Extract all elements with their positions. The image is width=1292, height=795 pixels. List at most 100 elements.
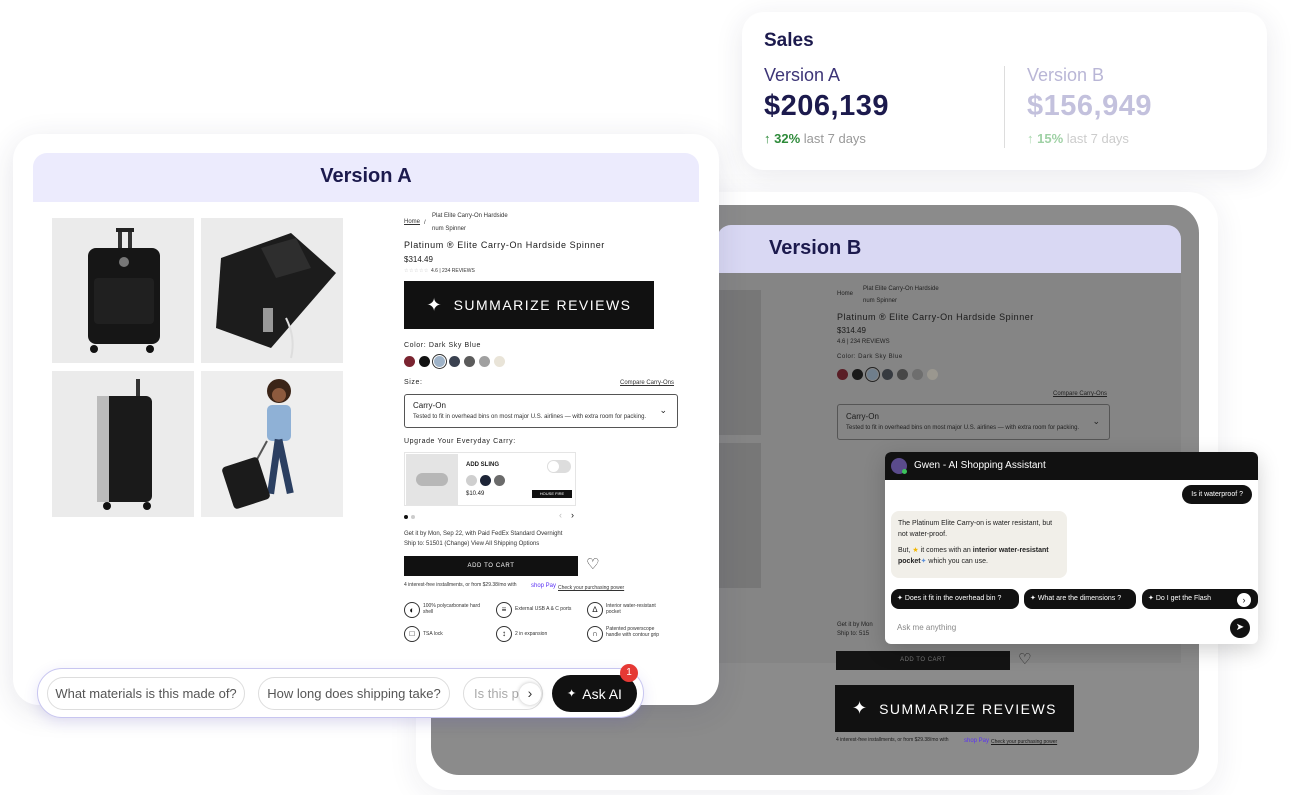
swatch[interactable] <box>419 356 430 367</box>
lock-icon: □ <box>404 626 420 642</box>
product-image-side[interactable] <box>52 371 194 517</box>
compare-carry-ons-link[interactable]: Compare Carry-Ons <box>620 380 674 386</box>
rating-stars: ☆☆☆☆☆ <box>404 268 429 274</box>
swatch[interactable] <box>464 356 475 367</box>
bot-message-line2: But, ★ it comes with an interior water-r… <box>898 545 1060 567</box>
version-b-title: Version B <box>769 237 862 259</box>
arrow-up-icon: ↑ <box>1027 131 1034 146</box>
size-option: Carry-On <box>413 401 446 410</box>
version-b-header: Version B <box>717 225 1181 273</box>
swatch[interactable] <box>449 356 460 367</box>
sling-bag-image <box>406 454 458 505</box>
size-select[interactable]: Carry-On Tested to fit in overhead bins … <box>404 394 678 428</box>
bot-message: The Platinum Elite Carry-on is water res… <box>891 511 1067 578</box>
swatch[interactable] <box>494 475 505 486</box>
send-icon[interactable]: ➤ <box>1230 618 1250 638</box>
feature-text: External USB A & C ports <box>515 606 572 612</box>
bot-text: it comes with an <box>918 547 973 554</box>
swatch[interactable] <box>466 475 477 486</box>
swatch[interactable] <box>479 356 490 367</box>
addon-toggle[interactable] <box>547 460 571 473</box>
question-chip[interactable]: How long does shipping take? <box>258 677 450 710</box>
swatch-selected[interactable] <box>432 354 447 369</box>
suggestion-label: What are the dimensions ? <box>1037 595 1122 602</box>
usb-icon: ≡ <box>496 602 512 618</box>
carousel-dot[interactable] <box>411 515 415 519</box>
chat-input[interactable]: Ask me anything <box>897 623 956 632</box>
purchasing-power-link[interactable]: Check your purchasing power <box>991 739 1057 745</box>
version-b-label: Version B <box>1027 65 1105 85</box>
notification-badge: 1 <box>620 664 638 682</box>
rating[interactable]: 4.6 | 234 REVIEWS <box>837 339 890 345</box>
sales-title: Sales <box>764 30 814 51</box>
chat-title: Gwen - AI Shopping Assistant <box>914 460 1046 471</box>
version-a-change: ↑ 32% last 7 days <box>764 131 866 146</box>
summarize-reviews-button-b[interactable]: ✦ SUMMARIZE REVIEWS <box>835 685 1074 732</box>
water-drop-icon: ∆ <box>587 602 603 618</box>
rating-text[interactable]: 4.6 | 234 REVIEWS <box>431 268 475 274</box>
chevron-right-icon[interactable]: › <box>1237 593 1251 607</box>
swatch[interactable] <box>882 369 893 380</box>
version-b-sales-value: $156,949 <box>1027 90 1152 122</box>
swatch[interactable] <box>897 369 908 380</box>
version-b-period: last 7 days <box>1066 131 1129 146</box>
breadcrumb-item: Plat Elite Carry-On Hardside <box>432 213 508 219</box>
swatch[interactable] <box>480 475 491 486</box>
sales-card: Sales Version A $206,139 ↑ 32% last 7 da… <box>742 12 1267 170</box>
size-select[interactable]: Carry-On Tested to fit in overhead bins … <box>837 404 1110 440</box>
woman-with-suitcase-image <box>222 379 294 509</box>
product-image-front[interactable] <box>52 218 194 363</box>
swatch-selected[interactable] <box>865 367 880 382</box>
swatch[interactable] <box>852 369 863 380</box>
swatch[interactable] <box>404 356 415 367</box>
purchasing-power-link[interactable]: Check your purchasing power <box>558 585 624 591</box>
heart-icon[interactable]: ♡ <box>586 555 599 573</box>
question-chip[interactable]: What materials is this made of? <box>47 677 245 710</box>
suggestion-chip[interactable]: ✦ What are the dimensions ? <box>1024 589 1136 609</box>
product-image-lifestyle[interactable] <box>201 371 343 517</box>
sparkle-icon: ✦ <box>851 698 868 718</box>
product-image <box>717 290 761 435</box>
handle-icon: ∩ <box>587 626 603 642</box>
shop-pay-logo: shop Pay <box>964 738 990 744</box>
breadcrumb-item-2: num Spinner <box>432 226 467 232</box>
divider <box>1004 66 1005 148</box>
version-b-change: ↑ 15% last 7 days <box>1027 131 1129 146</box>
add-to-cart-button[interactable]: ADD TO CART <box>404 556 578 576</box>
chevron-right-icon[interactable]: › <box>571 510 574 520</box>
version-a-title: Version A <box>320 165 412 187</box>
suggestion-chip[interactable]: ✦ Does it fit in the overhead bin ? <box>891 589 1019 609</box>
summarize-reviews-button[interactable]: ✦ SUMMARIZE REVIEWS <box>404 281 654 329</box>
carousel-dot-active[interactable] <box>404 515 408 519</box>
online-status-dot <box>902 469 907 474</box>
product-price: $314.49 <box>404 255 433 264</box>
breadcrumb-home[interactable]: Home <box>837 291 853 297</box>
compare-link[interactable]: Compare Carry-Ons <box>1053 391 1107 397</box>
feature-text: 100% polycarbonate hard shell <box>423 603 480 615</box>
sparkle-icon: ✦ <box>897 595 903 602</box>
ask-ai-label: Ask AI <box>582 685 622 702</box>
summarize-reviews-label: SUMMARIZE REVIEWS <box>879 700 1058 717</box>
chevron-right-icon[interactable]: › <box>519 683 541 705</box>
addon-tag: HOUSE FIRE <box>532 490 572 498</box>
swatch[interactable] <box>837 369 848 380</box>
feature-text: 2 in expansion <box>515 631 548 637</box>
delivery-line: Get it by Mon, Sep 22, with Paid FedEx S… <box>404 531 563 537</box>
add-to-cart-button[interactable]: ADD TO CART <box>836 651 1010 670</box>
suitcase-side-image <box>97 379 152 510</box>
product-image-angle[interactable] <box>201 218 343 363</box>
sparkle-icon: ✦ <box>426 294 442 315</box>
suitcase-angle-image <box>216 233 336 359</box>
swatch[interactable] <box>927 369 938 380</box>
version-a-label: Version A <box>764 65 841 85</box>
sparkle-icon: ✦ <box>1030 595 1036 602</box>
breadcrumb-home[interactable]: Home <box>404 219 420 225</box>
chevron-left-icon[interactable]: ‹ <box>559 510 562 520</box>
swatch[interactable] <box>912 369 923 380</box>
chat-header: Gwen - AI Shopping Assistant <box>885 452 1258 480</box>
ship-to-line: Ship to: 51501 (Change) View All Shippin… <box>404 541 540 547</box>
swatch[interactable] <box>494 356 505 367</box>
heart-icon[interactable]: ♡ <box>1018 650 1031 668</box>
version-a-header: Version A <box>33 153 699 202</box>
version-a-sales-value: $206,139 <box>764 90 889 122</box>
